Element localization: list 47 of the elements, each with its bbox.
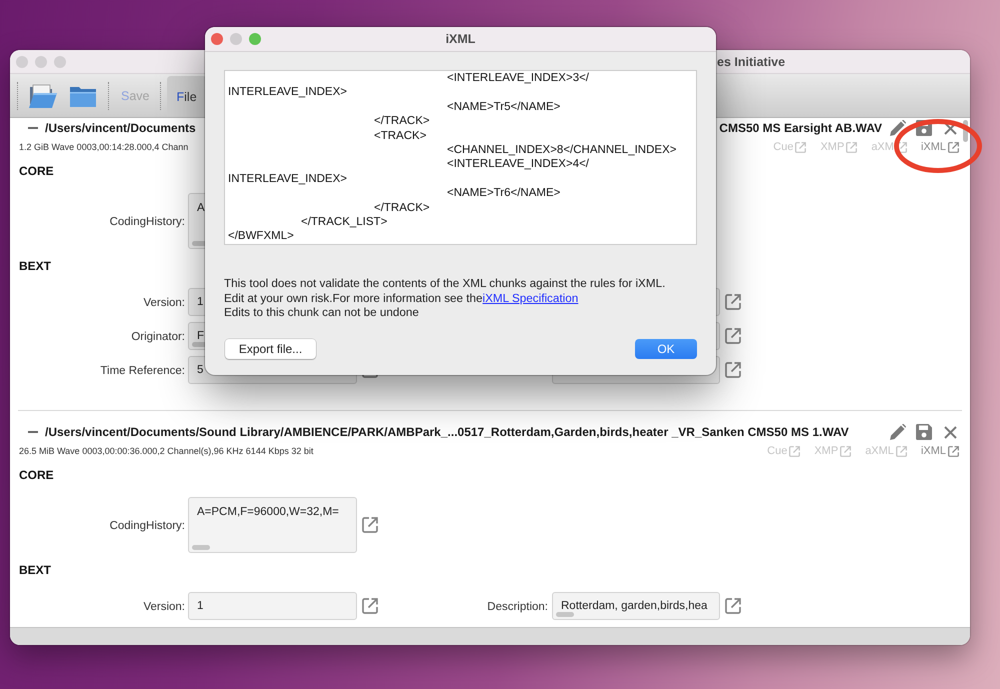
file-path: CMS50 MS Earsight AB.WAV [719,121,882,135]
field-label: Version: [143,297,185,309]
close-icon[interactable] [944,122,957,134]
export-button[interactable]: Export file... [225,338,316,358]
field-label: CodingHistory: [110,216,185,228]
file-path: /Users/vincent/Documents [45,121,196,135]
section-heading: CORE [19,163,54,180]
xml-text-field[interactable]: <INTERLEAVE_INDEX>3</ INTERLEAVE_INDEX> <NAME>Tr5</NAME> </TRACK> <TRACK> <CHANNEL_INDEX>8</CHANNEL_INDEX> <INTERLEAVE_INDEX>4</ INTERLEAVE_INDEX> <NAME>Tr6</NAME> </TRACK> </TRACK_LIST> </BWFXML> [224,70,697,245]
text-field[interactable]: 1 [188,592,357,620]
scrollbar-thumb[interactable] [556,612,574,617]
scrollbar-thumb[interactable] [192,545,210,550]
dialog-title: iXML [446,32,476,46]
field-label: Time Reference: [100,365,185,377]
external-link-icon[interactable] [725,362,741,378]
field-label: Version: [143,601,185,613]
section-heading: CORE [19,467,54,484]
field-label: Description: [487,601,548,613]
zoom-icon[interactable] [249,33,261,45]
text-field[interactable]: A=PCM,F=96000,W=32,M= [188,497,357,553]
folder-icon[interactable] [70,84,96,106]
external-link-icon[interactable] [725,294,741,310]
external-link-icon[interactable] [362,598,378,614]
external-link-icon[interactable] [948,446,959,456]
chunk-link[interactable]: iXML [920,445,959,457]
field-label: Originator: [131,331,185,343]
open-folder-icon[interactable] [29,84,57,108]
text-field[interactable]: Rotterdam, garden,birds,hea [552,592,720,620]
field-label: CodingHistory: [110,520,185,532]
close-icon[interactable] [211,33,223,45]
external-link-icon[interactable] [362,517,378,533]
specification-link[interactable]: iXML Specification [482,292,578,304]
pencil-icon[interactable] [890,424,906,440]
external-link-icon[interactable] [725,598,741,614]
external-link-icon[interactable] [725,328,741,344]
section-heading: BEXT [19,258,52,275]
file-path: /Users/vincent/Documents/Sound Library/AMBIENCE/PARK/AMBPark_...0517_Rotterdam,Garden,birds,heater _VR_Sanken CMS50 MS 1.WAV [45,425,849,439]
external-link-icon[interactable] [948,142,959,152]
file-info: 1.2 GiB Wave 0003,00:14:28.000,4 Chann [19,142,188,152]
notice-text: This tool does not validate the contents of the XML chunks against the rules for iXML. Edit at your own risk.For more information see theiXML Specification Edits to this chunk can not be undone [224,277,666,320]
window-title: es Initiative [717,54,786,68]
close-icon[interactable] [944,426,957,438]
scrollbar-thumb[interactable] [963,120,968,142]
ok-button[interactable]: OK [635,338,697,358]
section-heading: BEXT [19,562,52,579]
chunk-link[interactable]: iXML [920,141,959,153]
file-info: 26.5 MiB Wave 0003,00:00:36.000,2 Channel(s),96 KHz 6144 Kbps 32 bit [19,446,314,456]
pencil-icon[interactable] [890,120,906,136]
